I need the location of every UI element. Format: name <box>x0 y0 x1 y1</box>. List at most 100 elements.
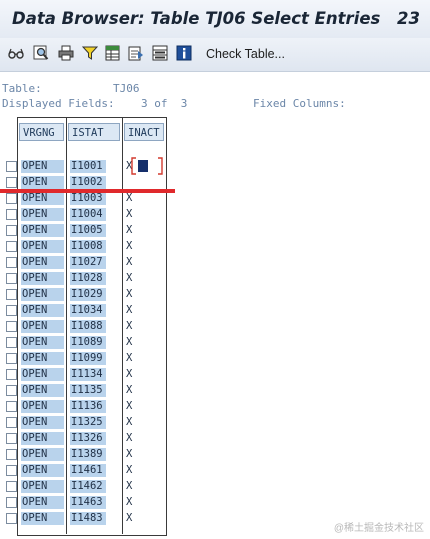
glasses-icon[interactable] <box>8 45 24 61</box>
row-select-checkbox[interactable] <box>6 209 17 220</box>
displayed-fields-label: Displayed Fields: <box>2 97 115 110</box>
cell-istat: I1034 <box>70 304 106 317</box>
row-select-checkbox[interactable] <box>6 273 17 284</box>
row-select-checkbox[interactable] <box>6 257 17 268</box>
cell-vrgng: OPEN <box>21 416 64 429</box>
check-table-button[interactable]: Check Table... <box>206 47 285 61</box>
spreadsheet-icon[interactable] <box>105 45 121 61</box>
cell-vrgng: OPEN <box>21 464 64 477</box>
row-select-checkbox[interactable] <box>6 449 17 460</box>
row-select-checkbox[interactable] <box>6 321 17 332</box>
cell-inact: X <box>126 352 133 364</box>
cell-inact: X <box>126 432 133 444</box>
table-label: Table: <box>2 82 42 95</box>
table-row[interactable]: OPEN I1136 X <box>0 398 166 414</box>
cell-vrgng: OPEN <box>21 208 64 221</box>
cell-inact: X <box>126 224 133 236</box>
row-select-checkbox[interactable] <box>6 433 17 444</box>
cell-vrgng: OPEN <box>21 368 64 381</box>
cell-vrgng: OPEN <box>21 496 64 509</box>
cell-vrgng: OPEN <box>21 256 64 269</box>
table-row[interactable]: OPEN I1325 X <box>0 414 166 430</box>
row-select-checkbox[interactable] <box>6 385 17 396</box>
row-select-checkbox[interactable] <box>6 337 17 348</box>
table-row[interactable]: OPEN I1088 X <box>0 318 166 334</box>
table-row[interactable]: OPEN I1461 X <box>0 462 166 478</box>
table-row[interactable]: OPEN I1034 X <box>0 302 166 318</box>
cell-inact: X <box>126 416 133 428</box>
cell-istat: I1029 <box>70 288 106 301</box>
annotation-underline <box>0 189 175 193</box>
cell-istat: I1005 <box>70 224 106 237</box>
row-select-checkbox[interactable] <box>6 193 17 204</box>
row-select-checkbox[interactable] <box>6 225 17 236</box>
cell-istat: I1027 <box>70 256 106 269</box>
cell-vrgng: OPEN <box>21 384 64 397</box>
cell-inact: X <box>126 448 133 460</box>
table-row[interactable]: OPEN I1004 X <box>0 206 166 222</box>
cell-inact: X <box>126 256 133 268</box>
cell-istat: I1389 <box>70 448 106 461</box>
cell-istat: I1136 <box>70 400 106 413</box>
column-header-istat[interactable]: ISTAT <box>68 123 120 141</box>
watermark: @稀土掘金技术社区 <box>333 523 424 534</box>
row-select-checkbox[interactable] <box>6 513 17 524</box>
row-select-checkbox[interactable] <box>6 305 17 316</box>
table-row[interactable]: OPEN I1005 X <box>0 222 166 238</box>
select-all-icon[interactable] <box>152 45 168 61</box>
cell-vrgng: OPEN <box>21 352 64 365</box>
find-icon[interactable] <box>33 45 49 61</box>
row-select-checkbox[interactable] <box>6 497 17 508</box>
print-icon[interactable] <box>58 45 74 61</box>
table-row[interactable]: OPEN I1027 X <box>0 254 166 270</box>
table-row[interactable]: OPEN I1099 X <box>0 350 166 366</box>
column-header-inact[interactable]: INACT <box>124 123 164 141</box>
table-row[interactable]: OPEN I1029 X <box>0 286 166 302</box>
table-row[interactable]: OPEN I1134 X <box>0 366 166 382</box>
table-row[interactable]: OPEN I1028 X <box>0 270 166 286</box>
table-row[interactable]: OPEN I1389 X <box>0 446 166 462</box>
row-select-checkbox[interactable] <box>6 353 17 364</box>
table-row[interactable]: OPEN I1008 X <box>0 238 166 254</box>
row-select-checkbox[interactable] <box>6 481 17 492</box>
row-select-checkbox[interactable] <box>6 161 17 172</box>
table-row[interactable]: OPEN I1089 X <box>0 334 166 350</box>
cell-inact: X <box>126 464 133 476</box>
cell-vrgng: OPEN <box>21 320 64 333</box>
row-select-checkbox[interactable] <box>6 241 17 252</box>
window-title: Data Browser: Table TJ06 Select Entries <box>12 9 381 28</box>
info-icon[interactable] <box>176 45 192 61</box>
entry-count: 23 <box>397 9 420 28</box>
row-select-checkbox[interactable] <box>6 401 17 412</box>
table-row[interactable]: OPEN I1463 X <box>0 494 166 510</box>
cell-istat: I1134 <box>70 368 106 381</box>
row-select-checkbox[interactable] <box>6 465 17 476</box>
table-row[interactable]: OPEN I1002 <box>0 174 166 190</box>
cell-istat: I1088 <box>70 320 106 333</box>
cell-vrgng: OPEN <box>21 288 64 301</box>
cell-istat: I1325 <box>70 416 106 429</box>
row-select-checkbox[interactable] <box>6 177 17 188</box>
data-grid: VRGNG ISTAT INACT OPEN I1001 X OPEN I1002 OPE… <box>0 117 167 536</box>
column-header-vrgng[interactable]: VRGNG <box>19 123 64 141</box>
cell-vrgng: OPEN <box>21 192 64 205</box>
cell-vrgng: OPEN <box>21 432 64 445</box>
inact-edit-cell[interactable] <box>130 157 164 175</box>
cell-inact: X <box>126 512 133 524</box>
table-value: TJ06 <box>113 82 140 95</box>
table-row[interactable]: OPEN I1326 X <box>0 430 166 446</box>
table-row[interactable]: OPEN I1483 X <box>0 510 166 526</box>
cell-inact: X <box>126 288 133 300</box>
table-row[interactable]: OPEN I1135 X <box>0 382 166 398</box>
cell-vrgng: OPEN <box>21 304 64 317</box>
cell-vrgng: OPEN <box>21 400 64 413</box>
cell-inact: X <box>126 240 133 252</box>
cell-vrgng: OPEN <box>21 512 64 525</box>
table-row[interactable]: OPEN I1462 X <box>0 478 166 494</box>
row-select-checkbox[interactable] <box>6 369 17 380</box>
row-select-checkbox[interactable] <box>6 417 17 428</box>
filter-icon[interactable] <box>82 45 98 61</box>
cell-inact: X <box>126 336 133 348</box>
row-select-checkbox[interactable] <box>6 289 17 300</box>
export-icon[interactable] <box>128 45 144 61</box>
